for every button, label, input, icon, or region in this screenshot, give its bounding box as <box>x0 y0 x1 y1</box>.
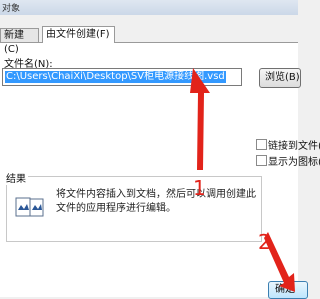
insert-document-icon <box>15 197 44 217</box>
result-description: 将文件内容插入到文档，然后可以调用创建此文件的应用程序进行编辑。 <box>56 189 256 214</box>
annotation-number-2: 2 <box>258 230 271 254</box>
display-as-icon-label: 显示为图标(A) <box>268 157 320 168</box>
result-title: 结果 <box>4 170 28 185</box>
ok-button[interactable]: 确定 <box>268 281 308 299</box>
title-bar: 对象 <box>0 0 298 15</box>
link-to-file-checkbox[interactable] <box>256 139 267 150</box>
display-as-icon-checkbox[interactable] <box>256 155 267 166</box>
annotation-number-1: 1 <box>193 176 206 200</box>
file-name-input[interactable]: C:\Users\ChaiXi\Desktop\SV柜电源接线图.vsd <box>2 68 242 86</box>
browse-button[interactable]: 浏览(B)... <box>259 68 301 88</box>
link-to-file-label: 链接到文件(K) <box>268 141 320 152</box>
tab-create-new[interactable]: 新建(C) <box>0 28 39 55</box>
file-name-value: C:\Users\ChaiXi\Desktop\SV柜电源接线图.vsd <box>5 71 226 83</box>
tab-create-from-file[interactable]: 由文件创建(F) <box>42 26 115 43</box>
window-title: 对象 <box>2 4 21 14</box>
